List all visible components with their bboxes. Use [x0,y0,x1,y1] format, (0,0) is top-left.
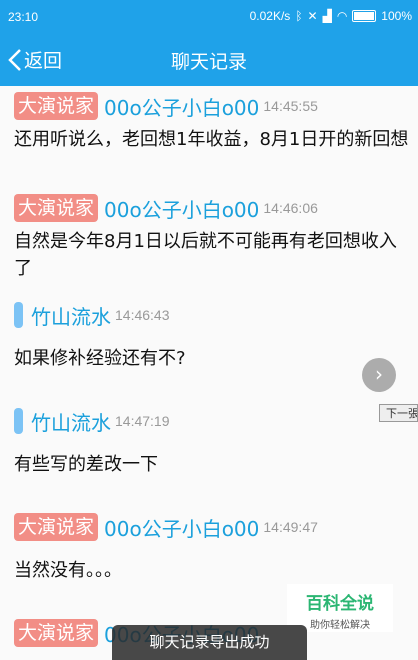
message-text: 如果修补经验还有不? [14,348,186,369]
message-time: 14:47:19 [115,413,170,429]
message-time: 14:46:43 [115,307,170,323]
next-button[interactable]: › [362,358,396,392]
message-item: 大演说家 00o公子小白o00 14:46:06 自然是今年8月1日以后就不可能… [14,194,410,282]
message-text: 自然是今年8月1日以后就不可能再有老回想收入了 [14,231,397,279]
status-right: 0.02K/s ᛒ ✕ ▟ ◠ 100% [250,9,412,23]
status-time: 23:10 [8,10,39,24]
page-title: 聊天记录 [170,51,247,73]
bluetooth-icon: ᛒ [295,9,303,23]
sender-name[interactable]: 00o公子小白o00 [104,513,259,542]
mute-icon: ✕ [307,9,318,23]
role-tag: 大演说家 [14,619,99,647]
signal-icon: ▟ [322,9,332,23]
status-bar: 23:10 0.02K/s ᛒ ✕ ▟ ◠ 100% [0,0,418,34]
sender-name[interactable]: 竹山流水 [31,407,111,436]
network-speed: 0.02K/s [249,9,291,23]
role-tag: 大演说家 [14,513,99,541]
message-text: 当然没有。。。 [14,560,122,581]
next-tooltip: 下一張 [379,404,418,422]
member-bar [14,302,23,328]
message-header: 大演说家 00o公子小白o00 14:46:06 [14,194,410,222]
sender-name[interactable]: 竹山流水 [31,301,111,330]
message-header: 大演说家 00o公子小白o00 14:45:55 [14,92,410,120]
message-item: 竹山流水 14:47:19 有些写的差改一下 [14,407,410,478]
wifi-icon: ◠ [336,9,348,23]
message-time: 14:49:47 [263,519,318,535]
role-tag: 大演说家 [14,194,99,222]
message-time: 14:45:55 [263,98,318,114]
sender-name[interactable]: 00o公子小白o00 [104,194,259,223]
nav-bar: 返回 聊天记录 [0,34,418,86]
message-header: 竹山流水 14:47:19 [14,407,410,435]
battery-percent: 100% [381,9,412,23]
role-tag: 大演说家 [14,92,99,120]
battery-icon [352,10,377,22]
message-item: 大演说家 00o公子小白o00 14:49:47 当然没有。。。 [14,513,410,584]
message-header: 大演说家 00o公子小白o00 14:49:47 [14,513,410,541]
toast-message: 聊天记录导出成功 [112,625,307,660]
message-text: 还用听说么，老回想1年收益，8月1日开的新回想 [14,129,409,150]
message-item: 竹山流水 14:46:43 如果修补经验还有不? [14,301,410,372]
watermark-title: 百科全说 [306,594,374,614]
sender-name[interactable]: 00o公子小白o00 [104,92,259,121]
member-bar [14,408,23,434]
message-text: 有些写的差改一下 [14,454,158,475]
message-time: 14:46:06 [263,200,318,216]
chat-history[interactable]: 大演说家 00o公子小白o00 14:45:55 还用听说么，老回想1年收益，8… [0,86,418,660]
message-header: 竹山流水 14:46:43 [14,301,410,329]
message-item: 大演说家 00o公子小白o00 14:45:55 还用听说么，老回想1年收益，8… [14,92,410,153]
